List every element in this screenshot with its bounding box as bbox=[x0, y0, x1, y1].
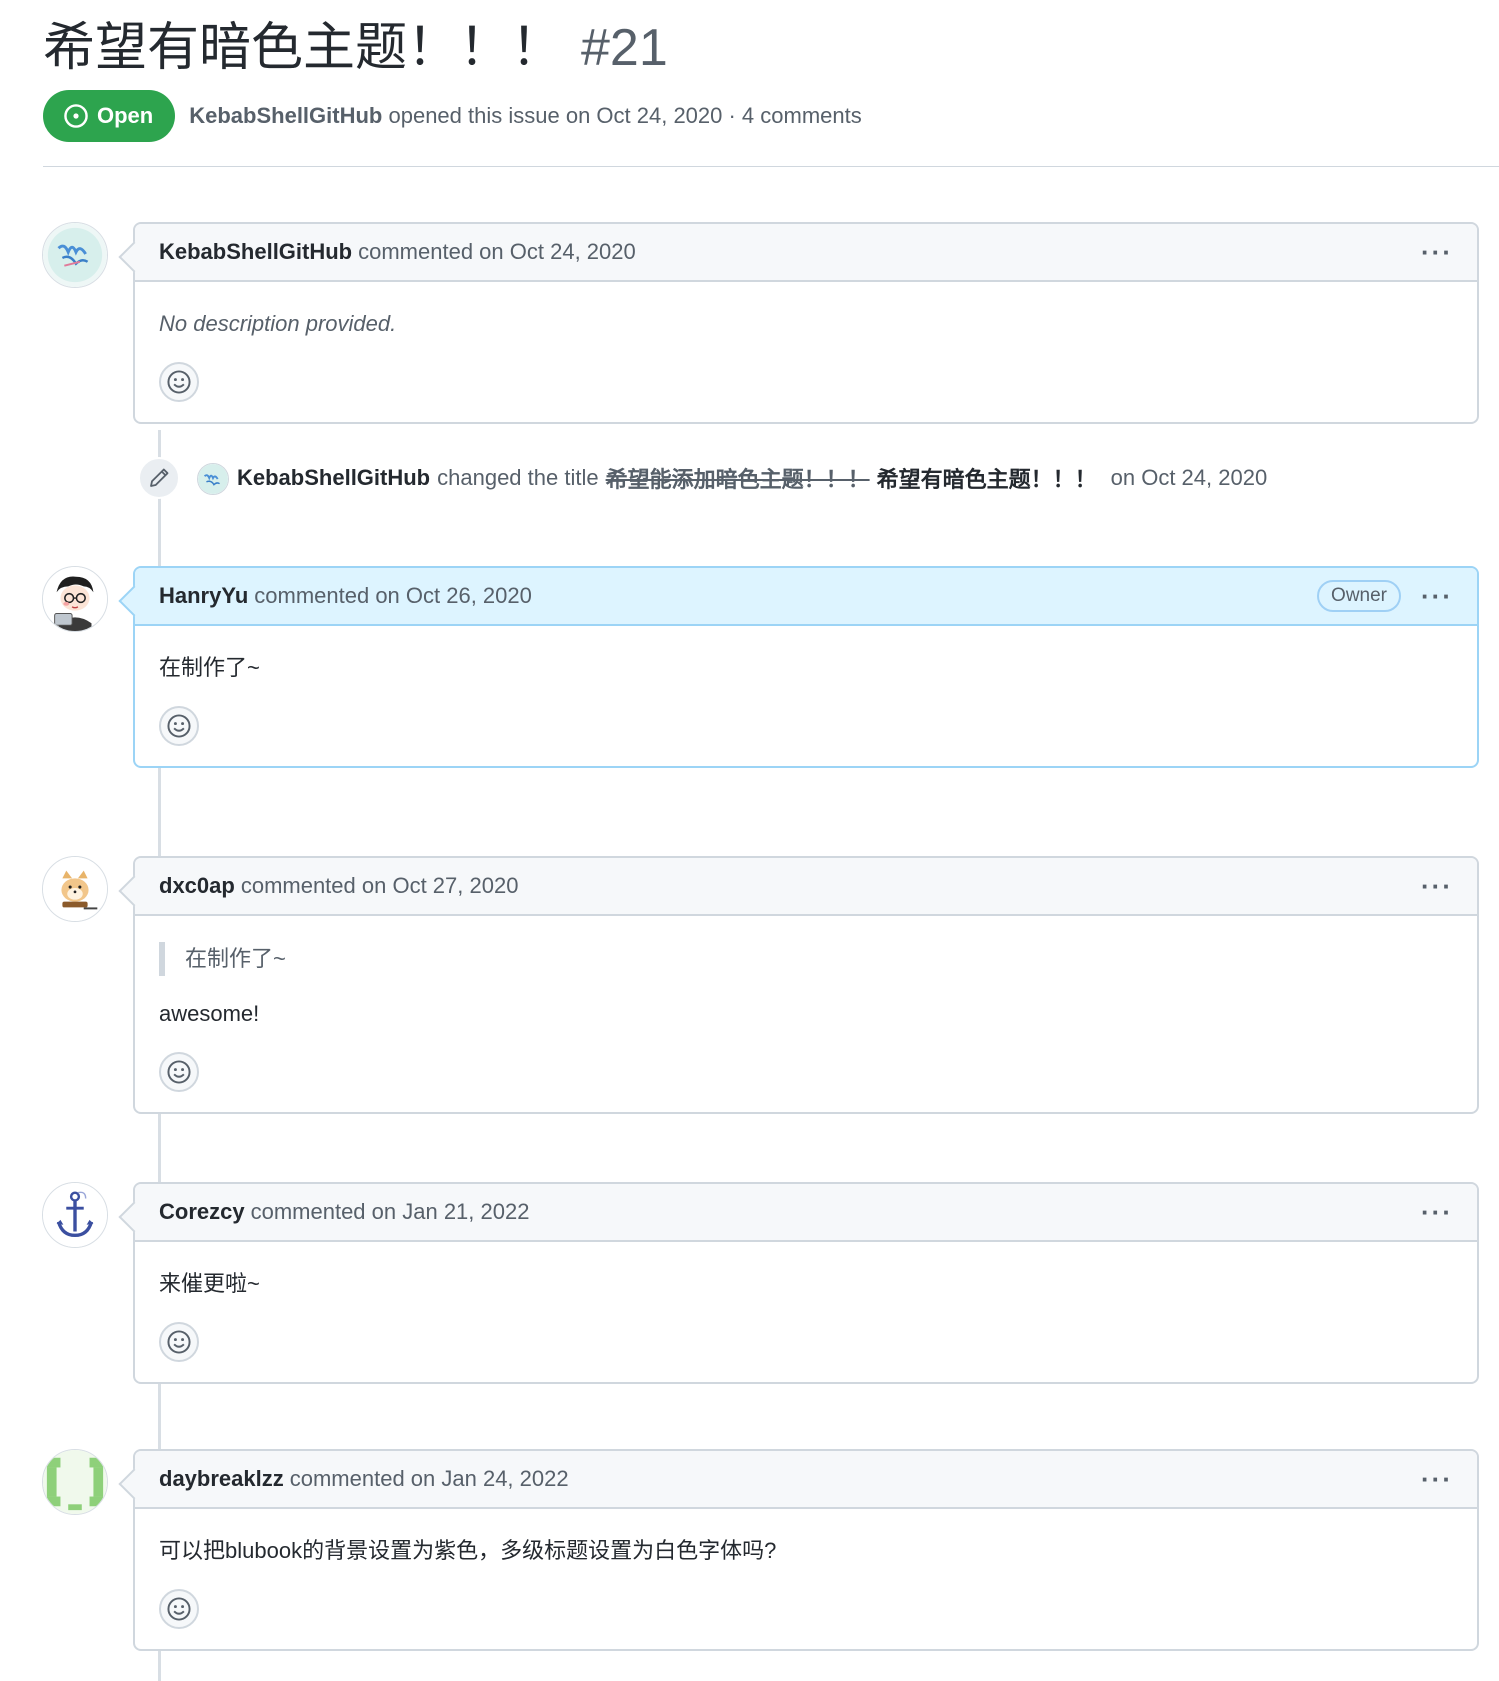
kebab-horizontal-icon[interactable]: ··· bbox=[1421, 1199, 1453, 1225]
comment-author[interactable]: Corezcy bbox=[159, 1199, 245, 1225]
comment-box: KebabShellGitHub commented on Oct 24, 20… bbox=[133, 222, 1479, 424]
comment-box: Corezcy commented on Jan 21, 2022 ··· 来催… bbox=[133, 1182, 1479, 1384]
add-reaction-button[interactable] bbox=[159, 1589, 199, 1629]
comment-header: daybreaklzz commented on Jan 24, 2022 ··… bbox=[135, 1451, 1477, 1509]
comment-body: 来催更啦~ bbox=[135, 1242, 1477, 1362]
comment-timestamp[interactable]: commented on Oct 27, 2020 bbox=[241, 873, 519, 899]
avatar-image bbox=[43, 1450, 107, 1514]
comment-box: dxc0ap commented on Oct 27, 2020 ··· 在制作… bbox=[133, 856, 1479, 1114]
event-action: changed the title bbox=[437, 465, 599, 490]
new-title: 希望有暗色主题！！！ bbox=[876, 467, 1097, 492]
issue-author-link[interactable]: KebabShellGitHub bbox=[189, 103, 382, 128]
issue-state-badge: Open bbox=[43, 90, 176, 142]
comment-header: Corezcy commented on Jan 21, 2022 ··· bbox=[135, 1184, 1477, 1242]
issue-number: #21 bbox=[581, 19, 668, 77]
smiley-icon bbox=[167, 1330, 191, 1354]
event-date[interactable]: on Oct 24, 2020 bbox=[1111, 465, 1268, 491]
smiley-icon bbox=[167, 370, 191, 394]
add-reaction-button[interactable] bbox=[159, 362, 199, 402]
comment-header: HanryYu commented on Oct 26, 2020 Owner … bbox=[135, 568, 1477, 626]
smiley-icon bbox=[167, 1597, 191, 1621]
issue-header: 希望有暗色主题！！！ #21 Open KebabShellGitHub open… bbox=[43, 14, 1499, 142]
comment-text: 可以把blubook的背景设置为紫色，多级标题设置为白色字体吗? bbox=[159, 1538, 777, 1563]
comment-header: dxc0ap commented on Oct 27, 2020 ··· bbox=[135, 858, 1477, 916]
comment-timestamp[interactable]: commented on Oct 26, 2020 bbox=[254, 583, 532, 609]
avatar-image bbox=[43, 857, 107, 921]
add-reaction-button[interactable] bbox=[159, 706, 199, 746]
smiley-icon bbox=[167, 1060, 191, 1084]
issue-meta-text: KebabShellGitHub opened this issue on Oc… bbox=[189, 103, 862, 129]
avatar-image bbox=[43, 567, 107, 631]
avatar[interactable] bbox=[42, 222, 108, 288]
avatar[interactable] bbox=[42, 1449, 108, 1515]
issue-state-label: Open bbox=[97, 103, 154, 128]
avatar-image bbox=[198, 464, 228, 494]
comment-author[interactable]: daybreaklzz bbox=[159, 1466, 284, 1492]
issue-meta: Open KebabShellGitHub opened this issue … bbox=[43, 90, 862, 142]
quoted-reply: 在制作了~ bbox=[159, 942, 1453, 976]
comment-body: 在制作了~ bbox=[135, 626, 1477, 746]
event-author[interactable]: KebabShellGitHub bbox=[237, 465, 430, 491]
avatar[interactable] bbox=[42, 856, 108, 922]
kebab-horizontal-icon[interactable]: ··· bbox=[1421, 873, 1453, 899]
add-reaction-button[interactable] bbox=[159, 1052, 199, 1092]
header-divider bbox=[43, 166, 1499, 167]
pencil-icon bbox=[150, 468, 169, 487]
comment-timestamp[interactable]: commented on Jan 24, 2022 bbox=[290, 1466, 569, 1492]
comment-text: 来催更啦~ bbox=[159, 1271, 260, 1296]
old-title: 希望能添加暗色主题！！！ bbox=[605, 467, 870, 492]
comment-text: 在制作了~ bbox=[159, 655, 260, 680]
comment-author[interactable]: KebabShellGitHub bbox=[159, 239, 352, 265]
kebab-horizontal-icon[interactable]: ··· bbox=[1421, 239, 1453, 265]
event-avatar[interactable] bbox=[197, 463, 229, 495]
issue-opened-icon bbox=[64, 104, 88, 128]
comment-box: daybreaklzz commented on Jan 24, 2022 ··… bbox=[133, 1449, 1479, 1651]
comment-header: KebabShellGitHub commented on Oct 24, 20… bbox=[135, 224, 1477, 282]
issue-title-text: 希望有暗色主题！！！ bbox=[43, 19, 564, 77]
smiley-icon bbox=[167, 714, 191, 738]
event-text: KebabShellGitHub changed the title 希望能添加… bbox=[237, 455, 1267, 501]
comment-author[interactable]: HanryYu bbox=[159, 583, 248, 609]
issue-title: 希望有暗色主题！！！ #21 bbox=[43, 14, 1499, 82]
avatar-image bbox=[43, 1183, 107, 1247]
kebab-horizontal-icon[interactable]: ··· bbox=[1421, 1466, 1453, 1492]
kebab-horizontal-icon[interactable]: ··· bbox=[1421, 583, 1453, 609]
issue-opened-text: opened this issue on Oct 24, 2020 · 4 co… bbox=[388, 103, 862, 128]
event-badge bbox=[138, 457, 180, 499]
comment-timestamp[interactable]: commented on Jan 21, 2022 bbox=[251, 1199, 530, 1225]
comment-text: awesome! bbox=[159, 1001, 260, 1026]
add-reaction-button[interactable] bbox=[159, 1322, 199, 1362]
comment-body: 可以把blubook的背景设置为紫色，多级标题设置为白色字体吗? bbox=[135, 1509, 1477, 1629]
comment-body: 在制作了~ awesome! bbox=[135, 916, 1477, 1092]
avatar[interactable] bbox=[42, 566, 108, 632]
avatar[interactable] bbox=[42, 1182, 108, 1248]
comment-text: No description provided. bbox=[159, 311, 397, 336]
comment-box: HanryYu commented on Oct 26, 2020 Owner … bbox=[133, 566, 1479, 768]
rename-event: KebabShellGitHub changed the title 希望能添加… bbox=[0, 455, 1499, 501]
comment-body: No description provided. bbox=[135, 282, 1477, 402]
comment-timestamp[interactable]: commented on Oct 24, 2020 bbox=[358, 239, 636, 265]
comment-author[interactable]: dxc0ap bbox=[159, 873, 235, 899]
avatar-image bbox=[43, 223, 107, 287]
owner-badge: Owner bbox=[1317, 580, 1402, 612]
issue-page: 希望有暗色主题！！！ #21 Open KebabShellGitHub open… bbox=[0, 0, 1499, 1681]
